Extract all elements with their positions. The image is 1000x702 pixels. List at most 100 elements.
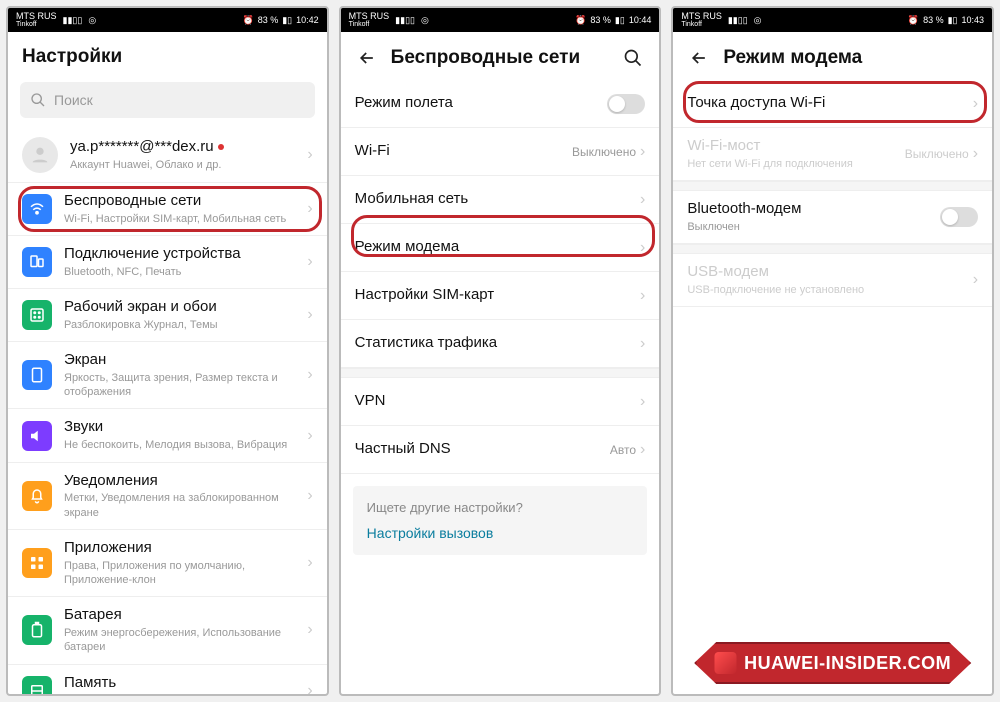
sound-icon xyxy=(22,421,52,451)
settings-row[interactable]: Беспроводные сети Wi-Fi, Настройки SIM-к… xyxy=(8,183,327,236)
list-row: USB-модем USB-подключение не установлено… xyxy=(673,254,992,307)
list-row[interactable]: Wi-Fi Выключено› xyxy=(341,128,660,176)
row-label: Батарея xyxy=(64,606,307,625)
chevron-right-icon: › xyxy=(307,366,312,384)
row-sub: Права, Приложения по умолчанию, Приложен… xyxy=(64,559,307,588)
chevron-right-icon: › xyxy=(307,200,312,218)
row-label: Беспроводные сети xyxy=(64,192,307,211)
row-label: Экран xyxy=(64,351,307,370)
row-sub: Режим энергосбережения, Использование ба… xyxy=(64,626,307,655)
list-row[interactable]: Точка доступа Wi-Fi › xyxy=(673,80,992,128)
row-label: USB-модем xyxy=(687,263,972,282)
row-sub: Метки, Уведомления на заблокированном эк… xyxy=(64,491,307,520)
alarm-icon: ⏰ xyxy=(575,15,586,26)
search-input[interactable]: Поиск xyxy=(20,82,315,118)
nfc-icon: ◎ xyxy=(421,15,429,26)
list-row[interactable]: Настройки SIM-карт › xyxy=(341,272,660,320)
carrier-label: MTS RUS Tinkoff xyxy=(349,12,390,28)
section-divider xyxy=(673,181,992,191)
row-sub: Очистка памяти xyxy=(64,693,307,694)
clock: 10:43 xyxy=(961,15,984,25)
carrier-label: MTS RUS Tinkoff xyxy=(16,12,57,28)
wireless-list: Режим полета Wi-Fi Выключено› Мобильная … xyxy=(341,80,660,694)
call-settings-link[interactable]: Настройки вызовов xyxy=(367,525,634,541)
account-email: ya.p*******@***dex.ru xyxy=(70,138,307,157)
list-row[interactable]: Режим полета xyxy=(341,80,660,128)
phone-screen-1: MTS RUS Tinkoff ▮▮▯▯ ◎ ⏰ 83 % ▮▯ 10:42 Н… xyxy=(6,6,329,696)
huawei-logo-icon xyxy=(714,652,736,674)
list-row[interactable]: Статистика трафика › xyxy=(341,320,660,368)
settings-row[interactable]: Приложения Права, Приложения по умолчани… xyxy=(8,530,327,597)
settings-row[interactable]: Подключение устройства Bluetooth, NFC, П… xyxy=(8,236,327,289)
alarm-icon: ⏰ xyxy=(908,15,919,26)
tethering-list: Точка доступа Wi-Fi › Wi-Fi-мост Нет сет… xyxy=(673,80,992,694)
row-label: Частный DNS xyxy=(355,440,610,459)
chevron-right-icon: › xyxy=(307,621,312,639)
chevron-right-icon: › xyxy=(307,146,312,164)
home-screen-icon xyxy=(22,300,52,330)
battery-text: 83 % xyxy=(258,15,279,25)
list-row[interactable]: Частный DNS Авто› xyxy=(341,426,660,474)
row-label: VPN xyxy=(355,392,640,411)
toggle-switch[interactable] xyxy=(940,207,978,227)
back-button[interactable] xyxy=(355,46,379,70)
clock: 10:42 xyxy=(296,15,319,25)
row-value: Авто xyxy=(610,443,636,457)
chevron-right-icon: › xyxy=(640,191,645,209)
battery-icon: ▮▯ xyxy=(948,15,958,26)
status-bar: MTS RUS Tinkoff ▮▮▯▯ ◎ ⏰ 83 % ▮▯ 10:44 xyxy=(341,8,660,32)
row-label: Режим полета xyxy=(355,94,608,113)
row-label: Статистика трафика xyxy=(355,334,640,353)
toggle-switch[interactable] xyxy=(607,94,645,114)
list-row[interactable]: Bluetooth-модем Выключен xyxy=(673,191,992,244)
row-label: Рабочий экран и обои xyxy=(64,298,307,317)
watermark-badge: HUAWEI-INSIDER.COM xyxy=(694,642,971,684)
back-button[interactable] xyxy=(687,46,711,70)
row-sub: Не беспокоить, Мелодия вызова, Вибрация xyxy=(64,438,307,452)
account-row[interactable]: ya.p*******@***dex.ru Аккаунт Huawei, Об… xyxy=(8,128,327,183)
list-row[interactable]: Режим модема › xyxy=(341,224,660,272)
chevron-right-icon: › xyxy=(640,239,645,257)
carrier-label: MTS RUS Tinkoff xyxy=(681,12,722,28)
page-title: Беспроводные сети xyxy=(391,47,610,69)
row-sub: Выключен xyxy=(687,220,940,234)
chevron-right-icon: › xyxy=(307,427,312,445)
row-label: Мобильная сеть xyxy=(355,190,640,209)
settings-row[interactable]: Память Очистка памяти › xyxy=(8,665,327,694)
signal-icon: ▮▮▯▯ xyxy=(63,15,83,26)
settings-row[interactable]: Уведомления Метки, Уведомления на заблок… xyxy=(8,463,327,530)
row-label: Память xyxy=(64,674,307,693)
list-row[interactable]: VPN › xyxy=(341,378,660,426)
status-bar: MTS RUS Tinkoff ▮▮▯▯ ◎ ⏰ 83 % ▮▯ 10:42 xyxy=(8,8,327,32)
row-sub: Нет сети Wi-Fi для подключения xyxy=(687,157,904,171)
row-sub: Wi-Fi, Настройки SIM-карт, Мобильная сет… xyxy=(64,212,307,226)
account-sub: Аккаунт Huawei, Облако и др. xyxy=(70,158,307,172)
chevron-right-icon: › xyxy=(307,487,312,505)
signal-icon: ▮▮▯▯ xyxy=(728,15,748,26)
chevron-right-icon: › xyxy=(640,335,645,353)
more-settings-card: Ищете другие настройки? Настройки вызово… xyxy=(353,486,648,555)
wifi-icon xyxy=(22,194,52,224)
row-label: Точка доступа Wi-Fi xyxy=(687,94,972,113)
battery-settings-icon xyxy=(22,615,52,645)
row-label: Звуки xyxy=(64,418,307,437)
header: Беспроводные сети xyxy=(341,32,660,80)
notifications-icon xyxy=(22,481,52,511)
settings-row[interactable]: Звуки Не беспокоить, Мелодия вызова, Виб… xyxy=(8,409,327,462)
chevron-right-icon: › xyxy=(973,95,978,113)
list-row[interactable]: Мобильная сеть › xyxy=(341,176,660,224)
settings-row[interactable]: Рабочий экран и обои Разблокировка Журна… xyxy=(8,289,327,342)
battery-icon: ▮▯ xyxy=(615,15,625,26)
avatar-icon xyxy=(22,137,58,173)
chevron-right-icon: › xyxy=(640,287,645,305)
battery-text: 83 % xyxy=(590,15,611,25)
row-sub: Разблокировка Журнал, Темы xyxy=(64,318,307,332)
search-button[interactable] xyxy=(621,46,645,70)
settings-row[interactable]: Экран Яркость, Защита зрения, Размер тек… xyxy=(8,342,327,409)
device-connect-icon xyxy=(22,247,52,277)
settings-row[interactable]: Батарея Режим энергосбережения, Использо… xyxy=(8,597,327,664)
row-value: Выключено xyxy=(905,147,969,161)
row-label: Wi-Fi xyxy=(355,142,572,161)
row-label: Wi-Fi-мост xyxy=(687,137,904,156)
search-placeholder: Поиск xyxy=(54,92,93,108)
